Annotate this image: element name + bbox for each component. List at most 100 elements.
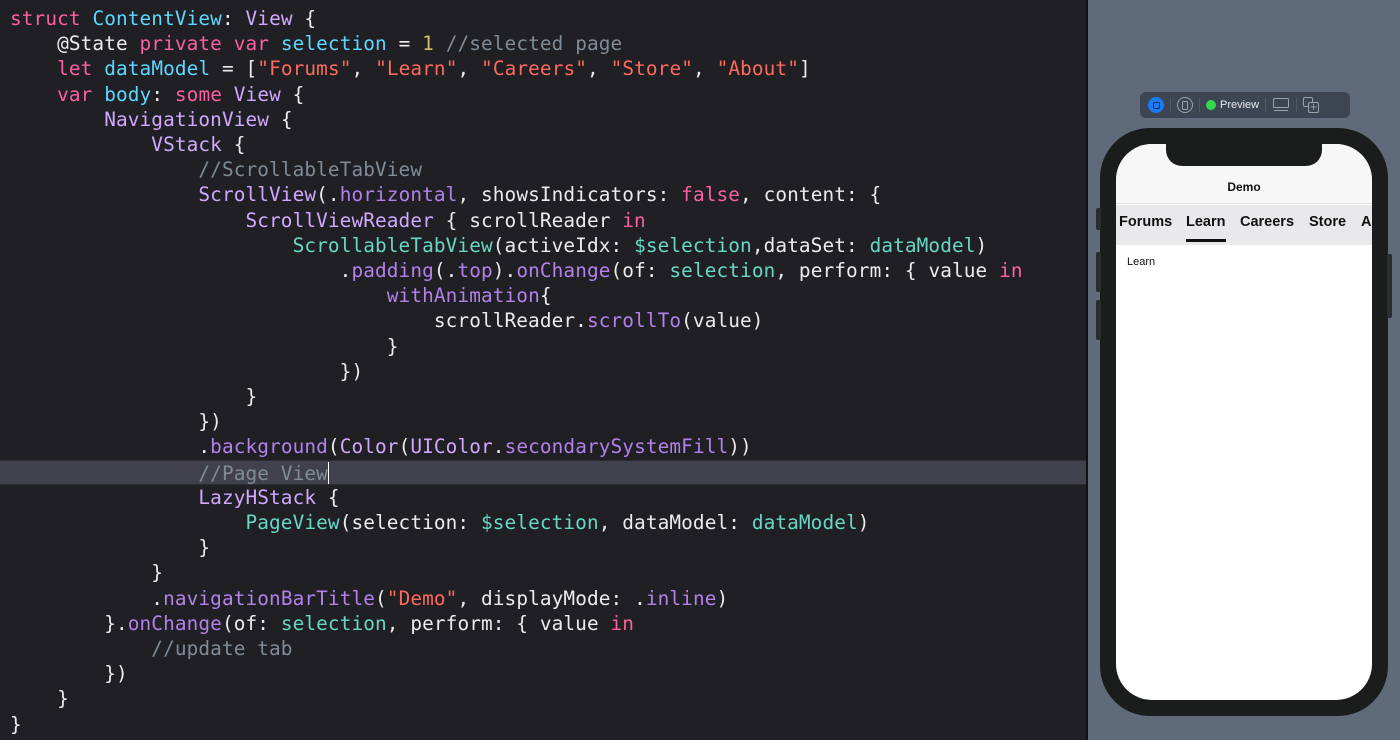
code-token: //update tab [151, 637, 293, 660]
code-token: . [10, 259, 352, 282]
code-line[interactable]: LazyHStack { [0, 485, 1086, 510]
code-token: selection [669, 259, 776, 282]
code-token: { [280, 82, 305, 106]
code-token: scrollTo [586, 309, 682, 333]
code-line[interactable]: ScrollView(.horizontal, showsIndicators:… [0, 182, 1086, 207]
code-token: View [245, 7, 293, 30]
code-token: } [10, 536, 211, 560]
code-token: $selection [634, 233, 752, 257]
code-line[interactable]: //Page View [0, 459, 1086, 485]
code-line[interactable]: .background(Color(UIColor.secondarySyste… [0, 434, 1086, 459]
code-token: private [139, 32, 222, 56]
toolbar-separator [1265, 98, 1267, 112]
code-line[interactable]: var body: some View { [0, 82, 1086, 107]
code-line[interactable]: NavigationView { [0, 107, 1086, 132]
code-token: UIColor [410, 435, 493, 459]
live-preview-button[interactable] [1146, 92, 1164, 118]
code-token: , [587, 57, 611, 81]
code-line[interactable]: .navigationBarTitle("Demo", displayMode:… [0, 586, 1086, 611]
code-line[interactable]: }) [0, 661, 1086, 686]
code-token: //selected page [445, 32, 623, 56]
scrollable-tab-bar[interactable]: Forums Learn Careers Store About [1116, 205, 1372, 245]
nav-title: Demo [1227, 180, 1261, 194]
code-token: (of: [610, 259, 670, 282]
tab-store[interactable]: Store [1309, 214, 1346, 244]
code-line[interactable]: } [0, 535, 1086, 560]
code-line[interactable]: }) [0, 359, 1086, 384]
code-token: (. [316, 183, 340, 207]
code-token: background [210, 435, 328, 459]
preview-on-device-button[interactable] [1272, 92, 1290, 118]
code-token: secondarySystemFill [504, 435, 729, 459]
code-line[interactable]: } [0, 712, 1086, 737]
iphone-device-frame: Demo Forums Learn Careers Store About Le… [1096, 128, 1392, 716]
tab-careers[interactable]: Careers [1240, 214, 1294, 244]
code-line[interactable]: ScrollableTabView(activeIdx: $selection,… [0, 233, 1086, 258]
code-line[interactable]: scrollReader.scrollTo(value) [0, 308, 1086, 333]
code-token: )) [728, 435, 752, 459]
code-token: scrollReader. [10, 309, 587, 333]
code-token: (of: [221, 611, 281, 635]
code-token: ContentView [92, 7, 222, 30]
code-token: "Learn" [375, 57, 458, 81]
code-token: body [104, 82, 152, 106]
code-line[interactable]: withAnimation{ [0, 283, 1086, 308]
code-token: }) [10, 662, 128, 686]
code-line[interactable]: } [0, 334, 1086, 359]
code-line[interactable]: }) [0, 409, 1086, 434]
code-line[interactable]: } [0, 686, 1086, 711]
code-line[interactable]: PageView(selection: $selection, dataMode… [0, 510, 1086, 535]
code-line[interactable]: VStack { [0, 132, 1086, 157]
text-cursor [327, 461, 330, 484]
code-token: { [221, 133, 246, 156]
code-token: , [351, 57, 376, 81]
code-token: $selection [480, 511, 599, 534]
power-button [1387, 254, 1392, 318]
tab-learn[interactable]: Learn [1186, 214, 1226, 244]
page-view-text: Learn [1127, 256, 1156, 268]
code-line[interactable]: ScrollViewReader { scrollReader in [0, 208, 1086, 233]
code-token: { [539, 284, 552, 308]
code-line[interactable]: let dataModel = ["Forums", "Learn", "Car… [0, 56, 1086, 81]
code-line[interactable]: //update tab [0, 636, 1086, 661]
duplicate-preview-icon: + [1303, 97, 1320, 113]
code-token: dataModel [104, 57, 211, 81]
volume-up-button [1096, 252, 1101, 292]
toolbar-separator [1199, 98, 1200, 112]
code-line[interactable]: } [0, 384, 1086, 409]
code-line[interactable]: //ScrollableTabView [0, 157, 1086, 182]
code-token: : [151, 82, 175, 106]
code-token: . [10, 435, 211, 459]
code-line[interactable]: @State private var selection = 1 //selec… [0, 31, 1086, 56]
code-token: false [681, 183, 741, 207]
code-editor[interactable]: struct ContentView: View { @State privat… [0, 0, 1086, 740]
code-line[interactable]: struct ContentView: View { [0, 6, 1086, 31]
code-token: onChange [516, 259, 611, 282]
code-token: ) [716, 586, 729, 610]
code-token: } [10, 334, 399, 358]
code-token: (activeIdx: [492, 233, 635, 257]
code-token: let [57, 57, 93, 81]
code-line[interactable]: .padding(.top).onChange(of: selection, p… [0, 258, 1086, 283]
code-token: PageView [245, 511, 340, 534]
tab-forums[interactable]: Forums [1119, 214, 1172, 244]
code-token: = [ [210, 57, 258, 81]
duplicate-preview-button[interactable]: + [1303, 92, 1320, 118]
code-line[interactable]: } [0, 560, 1086, 585]
code-token: (value) [681, 309, 764, 333]
code-token: selection [280, 32, 387, 56]
code-line[interactable]: }.onChange(of: selection, perform: { val… [0, 611, 1086, 636]
code-token: "Store" [610, 57, 693, 81]
tab-about[interactable]: About [1361, 214, 1372, 244]
code-token: padding [351, 259, 434, 282]
device-settings-button[interactable] [1177, 92, 1193, 118]
code-token: : [221, 7, 246, 30]
code-token: @State [10, 32, 140, 56]
code-token: View [233, 82, 281, 106]
